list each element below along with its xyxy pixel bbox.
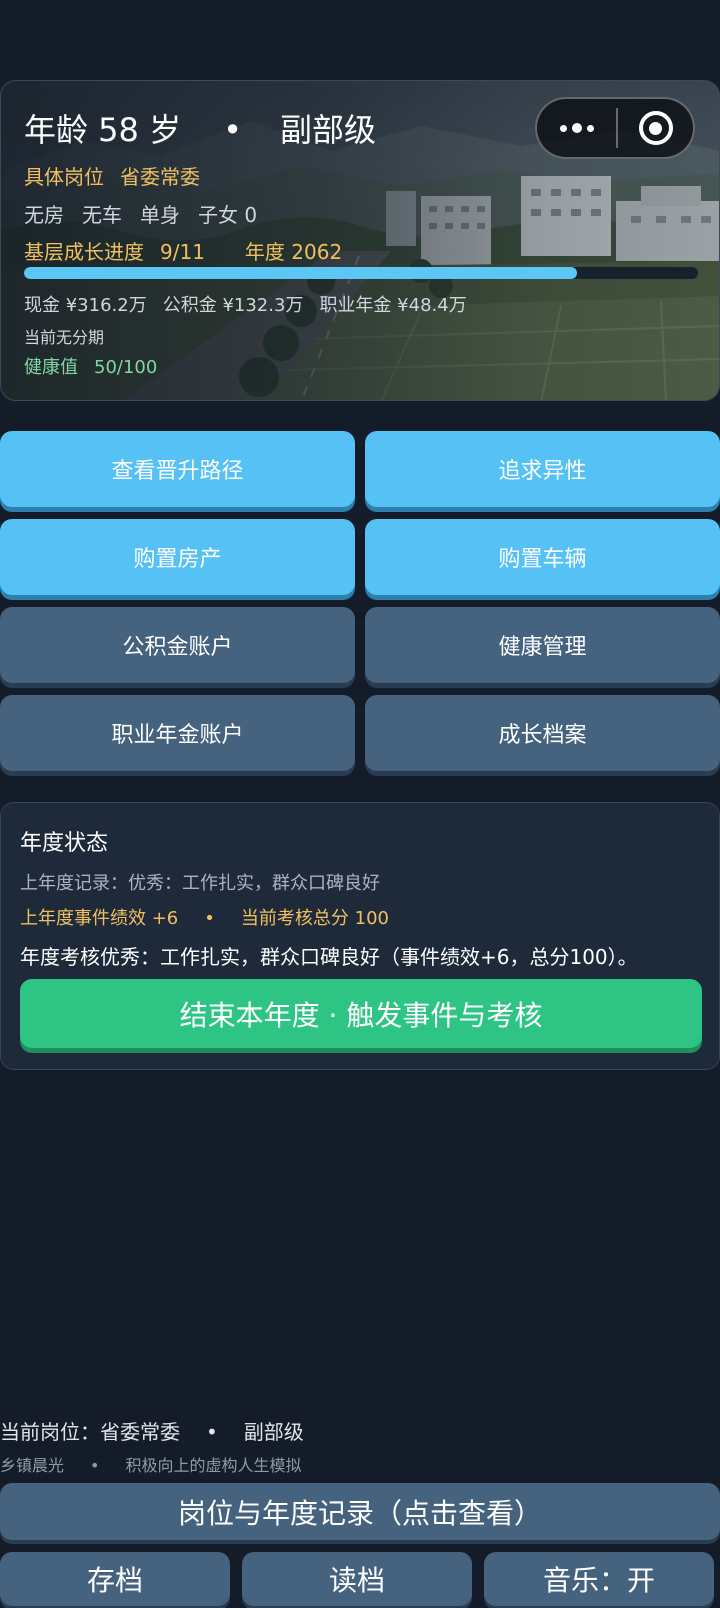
separator-dot: • [223,111,242,149]
mini-program-capsule [535,97,695,159]
money-line: 现金 ¥316.2万 公积金 ¥132.3万 职业年金 ¥48.4万 [24,291,483,317]
more-options-icon[interactable] [537,99,616,157]
performance-line: 上年度事件绩效 +6 • 当前考核总分 100 [20,904,389,930]
current-post-line: 当前岗位：省委常委 • 副部级 [0,1416,304,1445]
post-line: 具体岗位 省委常委 [24,161,200,190]
health-management-button[interactable]: 健康管理 [365,607,720,683]
app-tagline: 积极向上的虚构人生模拟 [125,1456,302,1475]
post-label: 具体岗位 [24,165,104,189]
housing-fund-button[interactable]: 公积金账户 [0,607,355,683]
growth-label: 基层成长进度 [24,240,144,264]
growth-progress-bar [24,267,698,279]
last-year-record: 上年度记录：优秀：工作扎实，群众口碑良好 [20,873,380,894]
close-program-icon[interactable] [618,99,693,157]
load-button[interactable]: 读档 [242,1552,472,1606]
cash-amount: 现金 ¥316.2万 [24,295,147,316]
post-records-button[interactable]: 岗位与年度记录（点击查看） [0,1483,720,1540]
status-card: 年龄 58 岁 • 副部级 具体岗位 省委常委 无房 无车 单身 子女 0 基层成长进度 9/… [0,80,720,401]
panel-title: 年度状态 [20,831,109,856]
current-rank: 副部级 [243,1420,304,1444]
fund-amount: 公积金 ¥132.3万 [162,295,304,316]
promotion-path-button[interactable]: 查看晋升路径 [0,431,355,507]
annual-status-panel: 年度状态 上年度记录：优秀：工作扎实，群众口碑良好 上年度事件绩效 +6 • 当前考… [0,802,720,1070]
post-value: 省委常委 [120,165,200,189]
event-performance: 上年度事件绩效 +6 [20,908,179,929]
year-label: 年度 2062 [244,240,343,264]
growth-progress-fill [24,267,577,279]
health-label: 健康值 [24,357,78,378]
age-rank-title: 年龄 58 岁 • 副部级 [24,105,376,151]
app-name: 乡镇晨光 [0,1456,65,1475]
installment-status: 当前无分期 [24,328,105,347]
growth-archive-button[interactable]: 成长档案 [365,695,720,771]
music-toggle-button[interactable]: 音乐：开 [484,1552,714,1606]
save-button[interactable]: 存档 [0,1552,230,1606]
life-status-line: 无房 无车 单身 子女 0 [24,199,275,228]
health-value: 50/100 [94,357,158,378]
buy-car-button[interactable]: 购置车辆 [365,519,720,595]
total-score: 当前考核总分 100 [240,908,389,929]
age-text: 年龄 58 岁 [24,111,182,149]
growth-line: 基层成长进度 9/11 年度 2062 [24,236,342,265]
buy-house-button[interactable]: 购置房产 [0,519,355,595]
app-tagline-line: 乡镇晨光 • 积极向上的虚构人生模拟 [0,1452,301,1476]
rank-text: 副部级 [279,111,376,149]
assessment-message: 年度考核优秀：工作扎实，群众口碑良好（事件绩效+6，总分100）。 [20,945,638,969]
separator-dot: • [90,1456,100,1475]
separator-dot: • [204,908,215,929]
growth-value: 9/11 [160,240,205,264]
current-post: 当前岗位：省委常委 [0,1420,180,1444]
end-year-button[interactable]: 结束本年度 · 触发事件与考核 [20,979,702,1048]
annuity-amount: 职业年金 ¥48.4万 [319,295,467,316]
house-status: 无房 [24,203,64,227]
children-status: 子女 0 [198,203,258,227]
car-status: 无车 [82,203,122,227]
marital-status: 单身 [140,203,180,227]
annuity-account-button[interactable]: 职业年金账户 [0,695,355,771]
pursue-partner-button[interactable]: 追求异性 [365,431,720,507]
health-line: 健康值 50/100 [24,353,157,379]
separator-dot: • [206,1420,218,1444]
